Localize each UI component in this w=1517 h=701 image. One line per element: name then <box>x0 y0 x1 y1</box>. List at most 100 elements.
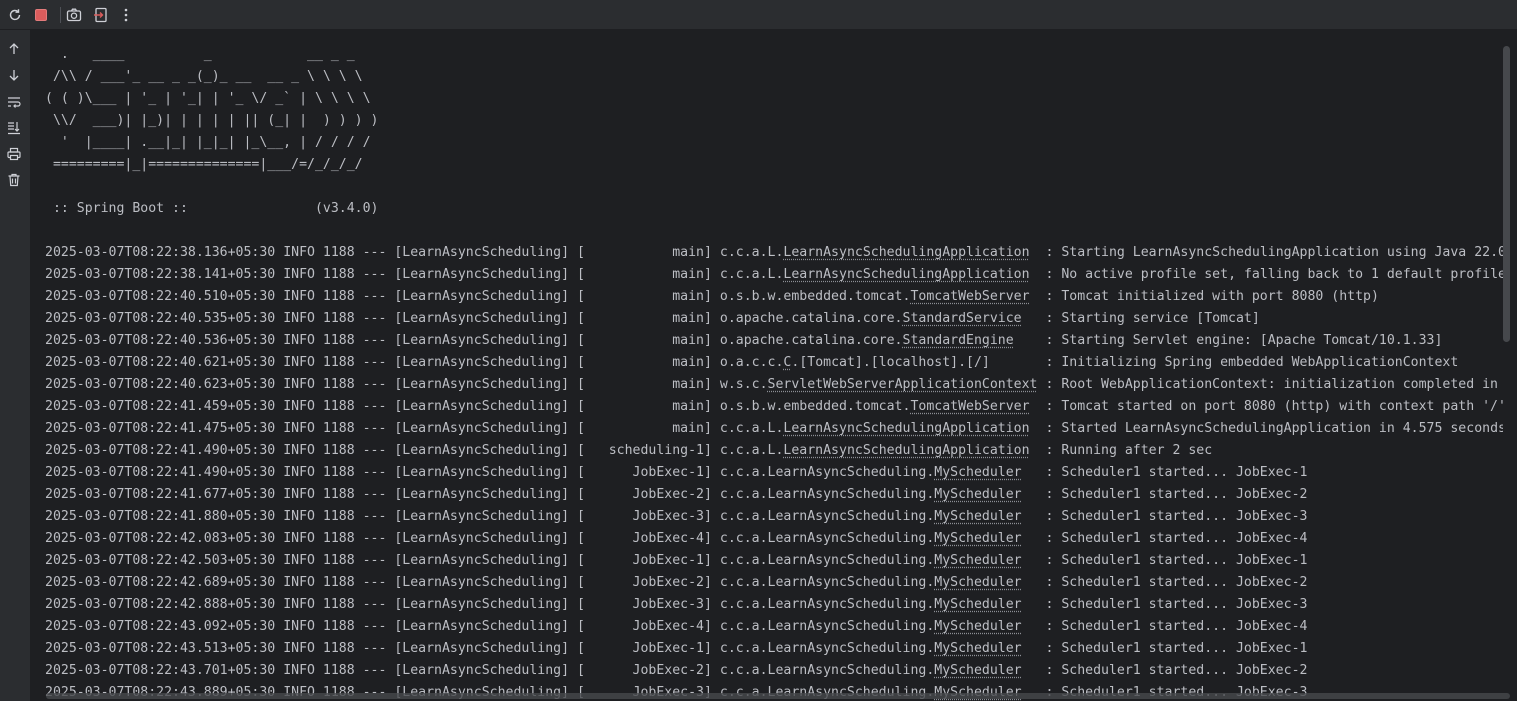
log-level: INFO <box>275 575 315 590</box>
log-level: INFO <box>275 663 315 678</box>
scroll-up-icon[interactable] <box>3 38 25 60</box>
log-logger-class-link[interactable]: MyScheduler <box>934 619 1021 634</box>
log-logger-suffix <box>1030 421 1046 436</box>
log-logger-class-link[interactable]: MyScheduler <box>934 531 1021 546</box>
log-message: : Root WebApplicationContext: initializa… <box>1045 377 1498 392</box>
log-app: --- [LearnAsyncScheduling] [ <box>354 465 585 480</box>
log-logger-suffix <box>1022 487 1046 502</box>
rerun-icon[interactable] <box>4 4 26 26</box>
vertical-scrollbar[interactable] <box>1503 46 1510 342</box>
log-logger-class-link[interactable]: MyScheduler <box>934 597 1021 612</box>
log-logger-class-link[interactable]: MyScheduler <box>934 663 1021 678</box>
log-logger-suffix <box>1022 311 1046 326</box>
log-line: 2025-03-07T08:22:42.083+05:30 INFO 1188 … <box>45 528 1503 550</box>
log-logger-suffix <box>1030 267 1046 282</box>
scroll-down-icon[interactable] <box>3 64 25 86</box>
log-app: --- [LearnAsyncScheduling] [ <box>354 289 585 304</box>
log-timestamp: 2025-03-07T08:22:42.888+05:30 <box>45 597 276 612</box>
log-thread: main] <box>584 333 720 348</box>
log-thread: main] <box>584 355 720 370</box>
log-logger-prefix: o.s.b.w.embedded.tomcat. <box>719 289 911 304</box>
log-thread: JobExec-4] <box>584 531 720 546</box>
log-app: --- [LearnAsyncScheduling] [ <box>354 267 585 282</box>
log-pid: 1188 <box>314 509 355 524</box>
log-logger-suffix <box>1030 245 1046 260</box>
log-logger-class-link[interactable]: LearnAsyncSchedulingApplication <box>783 267 1029 282</box>
log-line: 2025-03-07T08:22:43.513+05:30 INFO 1188 … <box>45 638 1503 660</box>
log-logger-class-link[interactable]: TomcatWebServer <box>910 289 1029 304</box>
log-thread: JobExec-1] <box>584 553 720 568</box>
log-timestamp: 2025-03-07T08:22:41.490+05:30 <box>45 443 276 458</box>
log-logger-class-link[interactable]: MyScheduler <box>934 465 1021 480</box>
log-message: : Starting Servlet engine: [Apache Tomca… <box>1045 333 1443 348</box>
log-app: --- [LearnAsyncScheduling] [ <box>354 553 585 568</box>
exit-icon[interactable] <box>90 4 112 26</box>
log-logger-class-link[interactable]: MyScheduler <box>934 641 1021 656</box>
log-logger-class-link[interactable]: ServletWebServerApplicationContext <box>768 377 1038 392</box>
log-message: : Tomcat initialized with port 8080 (htt… <box>1045 289 1379 304</box>
log-logger-class-link[interactable]: MyScheduler <box>934 553 1021 568</box>
log-level: INFO <box>275 619 315 634</box>
log-timestamp: 2025-03-07T08:22:43.701+05:30 <box>45 663 276 678</box>
banner-line: /\\ / ___'_ __ _ _(_)_ __ __ _ \ \ \ \ <box>45 69 363 84</box>
log-logger-class-link[interactable]: LearnAsyncSchedulingApplication <box>783 421 1029 436</box>
banner-line: \\/ ___)| |_)| | | | | || (_| | ) ) ) ) <box>45 113 379 128</box>
console-output[interactable]: . ____ _ __ _ _ /\\ / ___'_ __ _ _(_)_ _… <box>33 31 1503 701</box>
log-logger-suffix <box>1030 289 1046 304</box>
camera-icon[interactable] <box>63 4 85 26</box>
log-logger-suffix <box>1022 597 1046 612</box>
log-logger-class-link[interactable]: StandardEngine <box>903 333 1014 348</box>
soft-wrap-icon[interactable] <box>3 91 25 113</box>
trash-icon[interactable] <box>3 169 25 191</box>
log-line: 2025-03-07T08:22:41.475+05:30 INFO 1188 … <box>45 418 1503 440</box>
log-level: INFO <box>275 531 315 546</box>
log-message: : Scheduler1 started... JobExec-1 <box>1045 465 1308 480</box>
log-logger-prefix: c.c.a.LearnAsyncScheduling. <box>719 465 935 480</box>
log-line: 2025-03-07T08:22:40.621+05:30 INFO 1188 … <box>45 352 1503 374</box>
log-logger-prefix: c.c.a.L. <box>719 245 784 260</box>
log-app: --- [LearnAsyncScheduling] [ <box>354 245 585 260</box>
spring-banner: . ____ _ __ _ _ /\\ / ___'_ __ _ _(_)_ _… <box>45 44 378 176</box>
log-pid: 1188 <box>314 355 355 370</box>
more-icon[interactable] <box>115 4 137 26</box>
log-pid: 1188 <box>314 597 355 612</box>
log-line: 2025-03-07T08:22:41.880+05:30 INFO 1188 … <box>45 506 1503 528</box>
log-timestamp: 2025-03-07T08:22:43.513+05:30 <box>45 641 276 656</box>
log-logger-class-link[interactable]: LearnAsyncSchedulingApplication <box>783 443 1029 458</box>
log-logger-prefix: c.c.a.LearnAsyncScheduling. <box>719 597 935 612</box>
log-pid: 1188 <box>314 399 355 414</box>
log-message: : Starting LearnAsyncSchedulingApplicati… <box>1045 245 1503 260</box>
log-logger-suffix <box>1022 509 1046 524</box>
log-level: INFO <box>275 333 315 348</box>
log-pid: 1188 <box>314 377 355 392</box>
log-line: 2025-03-07T08:22:40.535+05:30 INFO 1188 … <box>45 308 1503 330</box>
log-logger-suffix <box>1022 641 1046 656</box>
log-logger-class-link[interactable]: MyScheduler <box>934 509 1021 524</box>
log-thread: scheduling-1] <box>584 443 720 458</box>
log-logger-class-link[interactable]: LearnAsyncSchedulingApplication <box>783 245 1029 260</box>
log-timestamp: 2025-03-07T08:22:41.490+05:30 <box>45 465 276 480</box>
log-logger-class-link[interactable]: MyScheduler <box>934 575 1021 590</box>
log-message: : Scheduler1 started... JobExec-3 <box>1045 597 1308 612</box>
log-message: : Scheduler1 started... JobExec-1 <box>1045 553 1308 568</box>
log-logger-suffix <box>1022 531 1046 546</box>
log-line: 2025-03-07T08:22:41.490+05:30 INFO 1188 … <box>45 440 1503 462</box>
log-pid: 1188 <box>314 465 355 480</box>
horizontal-scrollbar[interactable] <box>46 693 1510 699</box>
log-message: : Scheduler1 started... JobExec-1 <box>1045 641 1308 656</box>
log-line: 2025-03-07T08:22:41.677+05:30 INFO 1188 … <box>45 484 1503 506</box>
log-level: INFO <box>275 443 315 458</box>
stop-icon[interactable] <box>30 4 52 26</box>
log-logger-suffix <box>1022 465 1046 480</box>
log-message: : Initializing Spring embedded WebApplic… <box>1045 355 1459 370</box>
print-icon[interactable] <box>3 143 25 165</box>
log-logger-class-link[interactable]: TomcatWebServer <box>910 399 1029 414</box>
log-logger-class-link[interactable]: MyScheduler <box>934 487 1021 502</box>
scroll-to-end-icon[interactable] <box>3 117 25 139</box>
log-thread: main] <box>584 289 720 304</box>
log-logger-class-link[interactable]: StandardService <box>903 311 1022 326</box>
log-logger-suffix <box>1014 333 1046 348</box>
log-timestamp: 2025-03-07T08:22:40.621+05:30 <box>45 355 276 370</box>
log-logger-prefix: c.c.a.LearnAsyncScheduling. <box>719 663 935 678</box>
log-level: INFO <box>275 553 315 568</box>
